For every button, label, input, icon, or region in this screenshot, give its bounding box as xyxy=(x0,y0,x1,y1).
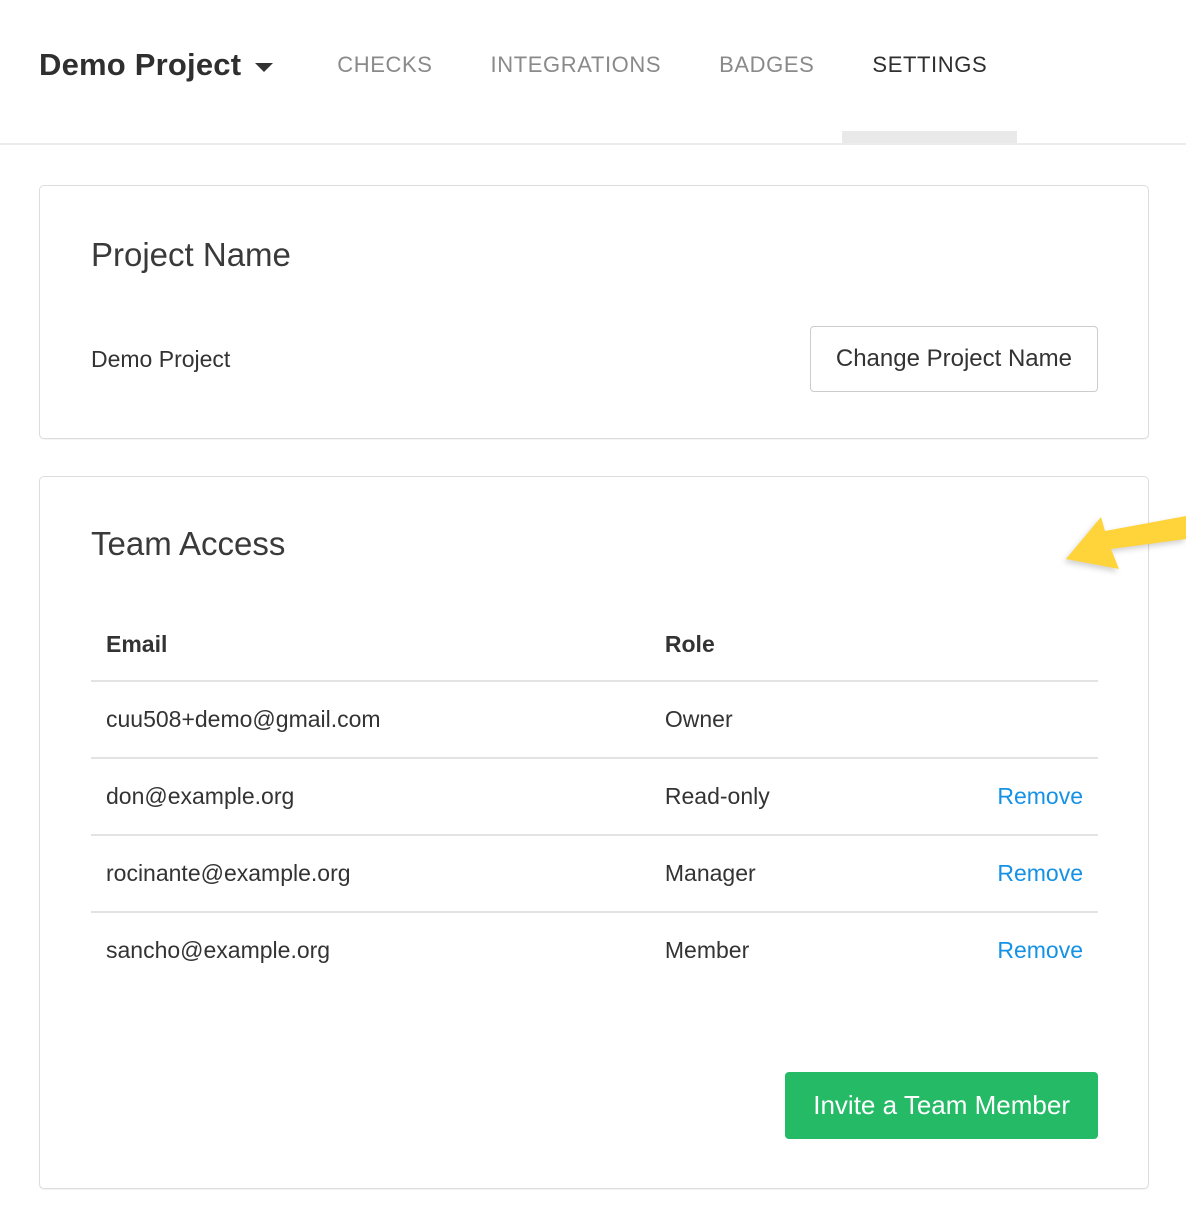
member-role: Manager xyxy=(650,835,962,912)
member-email: cuu508+demo@gmail.com xyxy=(91,681,650,758)
project-title: Demo Project xyxy=(39,47,241,83)
member-email: rocinante@example.org xyxy=(91,835,650,912)
tab-checks[interactable]: CHECKS xyxy=(337,52,432,78)
team-access-card-title: Team Access xyxy=(91,525,1098,563)
member-action-cell: Remove xyxy=(962,758,1098,835)
member-email: don@example.org xyxy=(91,758,650,835)
active-tab-indicator xyxy=(842,131,1017,143)
project-name-card-title: Project Name xyxy=(91,236,1098,274)
member-role: Read-only xyxy=(650,758,962,835)
role-column-header: Role xyxy=(650,611,962,681)
member-action-cell: Remove xyxy=(962,912,1098,988)
team-member-row: rocinante@example.orgManager Remove xyxy=(91,835,1098,912)
settings-page: Project Name Demo Project Change Project… xyxy=(0,145,1186,1189)
tab-integrations[interactable]: INTEGRATIONS xyxy=(491,52,662,78)
member-action-cell xyxy=(962,681,1098,758)
team-access-card: Team Access Email Role cuu508+demo@gmail… xyxy=(39,476,1149,1189)
member-role: Owner xyxy=(650,681,962,758)
current-project-name: Demo Project xyxy=(91,346,230,373)
project-switcher-dropdown[interactable]: Demo Project xyxy=(39,47,273,83)
email-column-header: Email xyxy=(91,611,650,681)
member-role: Member xyxy=(650,912,962,988)
remove-member-link[interactable]: Remove xyxy=(997,783,1083,809)
member-email: sancho@example.org xyxy=(91,912,650,988)
chevron-down-icon xyxy=(255,63,273,72)
change-project-name-button[interactable]: Change Project Name xyxy=(810,326,1098,392)
team-member-row: cuu508+demo@gmail.comOwner xyxy=(91,681,1098,758)
member-action-cell: Remove xyxy=(962,835,1098,912)
project-tabs: CHECKS INTEGRATIONS BADGES SETTINGS xyxy=(337,52,987,78)
team-member-row: sancho@example.orgMember Remove xyxy=(91,912,1098,988)
remove-member-link[interactable]: Remove xyxy=(997,860,1083,886)
tab-badges[interactable]: BADGES xyxy=(719,52,814,78)
project-name-card: Project Name Demo Project Change Project… xyxy=(39,185,1149,439)
tab-settings[interactable]: SETTINGS xyxy=(872,52,987,78)
team-member-row: don@example.orgRead-only Remove xyxy=(91,758,1098,835)
remove-member-link[interactable]: Remove xyxy=(997,937,1083,963)
team-members-table: Email Role cuu508+demo@gmail.comOwnerdon… xyxy=(91,611,1098,988)
invite-team-member-button[interactable]: Invite a Team Member xyxy=(785,1072,1098,1139)
action-column-header xyxy=(962,611,1098,681)
top-nav: Demo Project CHECKS INTEGRATIONS BADGES SET… xyxy=(0,0,1186,145)
